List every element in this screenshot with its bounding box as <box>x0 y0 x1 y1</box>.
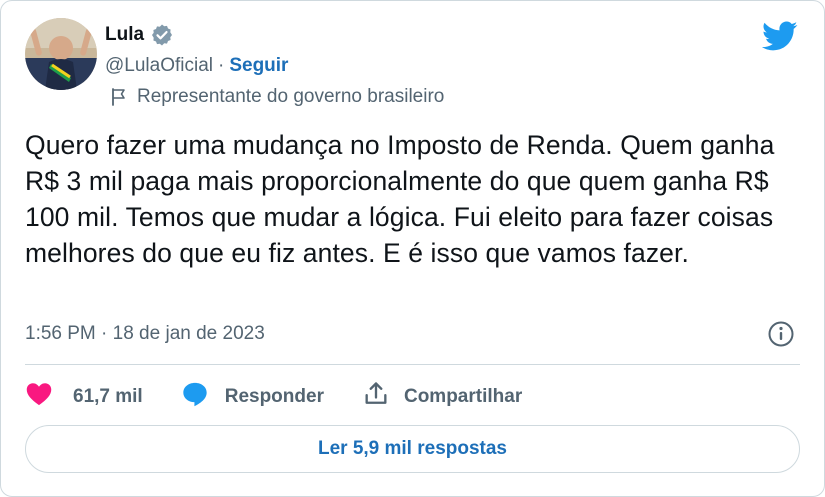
reply-label: Responder <box>224 386 324 407</box>
verified-badge-icon <box>150 23 174 47</box>
twitter-logo-icon[interactable] <box>762 21 798 53</box>
divider <box>25 364 800 365</box>
author-name-row: Lula <box>105 21 174 49</box>
tweet-card: Lula @LulaOficial · Seguir Representante… <box>0 0 825 497</box>
like-button[interactable]: 61,7 mil <box>25 380 143 414</box>
speech-bubble-icon <box>181 380 209 414</box>
author-handle[interactable]: @LulaOficial <box>105 55 213 77</box>
avatar[interactable] <box>25 18 97 90</box>
share-button[interactable]: Compartilhar <box>362 380 522 414</box>
share-label: Compartilhar <box>403 386 523 407</box>
follow-button[interactable]: Seguir <box>229 55 288 77</box>
account-label-text: Representante do governo brasileiro <box>137 86 445 107</box>
separator-dot: · <box>218 55 225 76</box>
read-replies-button[interactable]: Ler 5,9 mil respostas <box>25 425 800 473</box>
flag-icon <box>109 87 129 107</box>
tweet-text: Quero fazer uma mudança no Imposto de Re… <box>25 130 775 268</box>
account-label: Representante do governo brasileiro <box>109 84 444 110</box>
tweet-timestamp[interactable]: 1:56 PM · 18 de jan de 2023 <box>25 319 265 349</box>
author-name[interactable]: Lula <box>105 24 144 46</box>
action-bar: 61,7 mil Responder Compartilhar <box>25 379 522 415</box>
handle-row: @LulaOficial · Seguir <box>105 53 288 79</box>
avatar-image <box>25 18 97 90</box>
reply-button[interactable]: Responder <box>181 380 324 414</box>
heart-icon <box>25 380 53 414</box>
like-count: 61,7 mil <box>73 386 143 407</box>
share-icon <box>362 380 390 414</box>
info-icon[interactable] <box>766 319 796 349</box>
